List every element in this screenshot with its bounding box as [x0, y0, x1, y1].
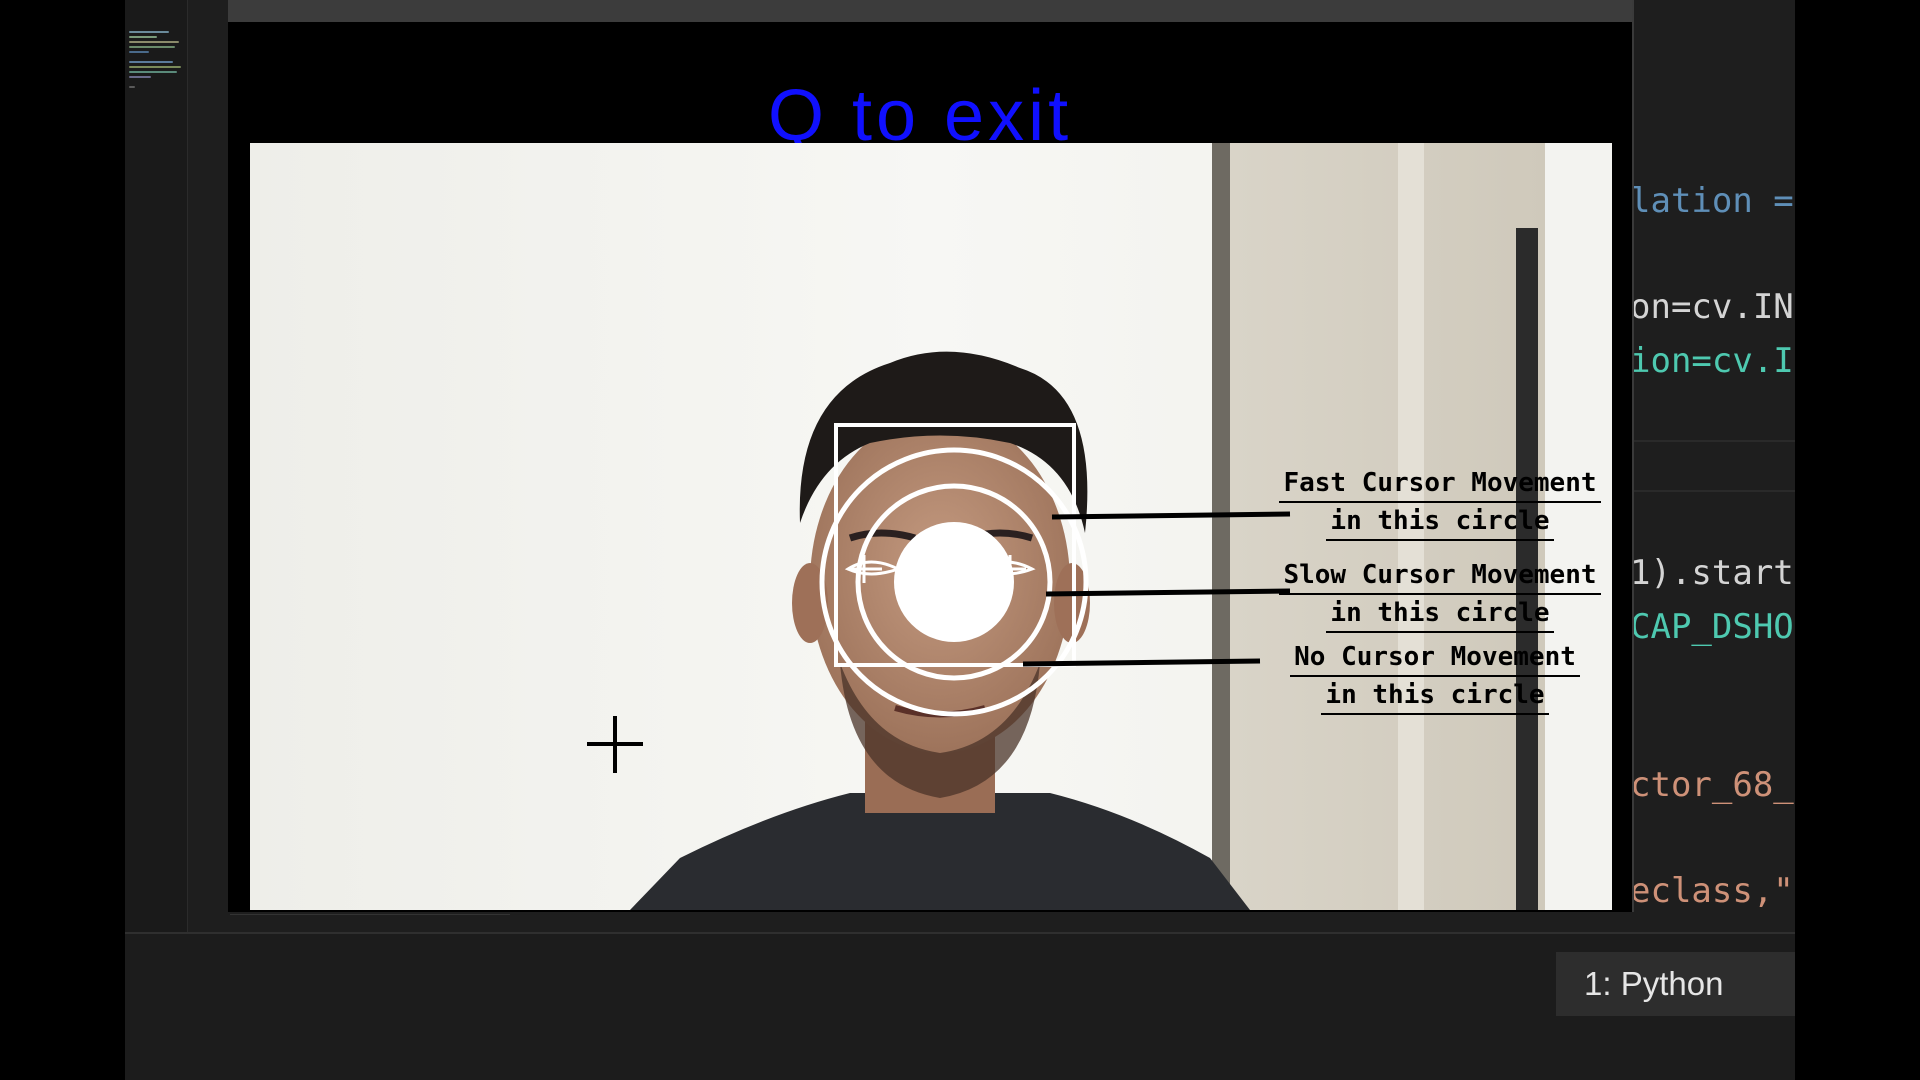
- minimap-line: [129, 31, 169, 33]
- minimap-line: [129, 36, 157, 38]
- door-frame: [1212, 143, 1230, 910]
- minimap-line: [129, 86, 135, 88]
- webcam-frame: Fast Cursor Movement in this circle Slow…: [250, 143, 1612, 910]
- minimap-line: [129, 46, 175, 48]
- divider: [1630, 490, 1795, 492]
- code-text-area[interactable]: lation = on=cv.IN ion=cv.I 1).start CAP_…: [1630, 0, 1795, 932]
- code-line-text: ctor_68_: [1630, 765, 1794, 805]
- annotation-subtitle: in this circle: [1321, 677, 1549, 715]
- editor-gutter: [187, 0, 228, 932]
- minimap[interactable]: [125, 0, 187, 932]
- annotation-pointer: [1051, 511, 1291, 520]
- annotation-subtitle: in this circle: [1326, 595, 1554, 633]
- code-line: on=cv.IN: [1630, 287, 1794, 327]
- minimap-line: [129, 51, 149, 53]
- minimap-line: [129, 76, 151, 78]
- divider: [1630, 440, 1795, 442]
- code-line-text: CAP_DSHO: [1630, 607, 1794, 647]
- annotation-pointer: [1045, 588, 1291, 597]
- editor-footer-fragment: [230, 914, 510, 933]
- annotation-pointer: [1022, 658, 1261, 667]
- code-line-text: 1).start: [1630, 553, 1794, 593]
- no-movement-circle: [894, 522, 1014, 642]
- code-line-text: lation =: [1630, 181, 1794, 221]
- code-line: ion=cv.I: [1630, 341, 1794, 381]
- code-line-text: ion=cv.I: [1630, 341, 1794, 381]
- minimap-line: [129, 41, 179, 43]
- slow-movement-label: Slow Cursor Movement in this circle: [1274, 557, 1606, 633]
- code-line-text: eclass,": [1630, 871, 1794, 911]
- fast-movement-label: Fast Cursor Movement in this circle: [1274, 465, 1606, 541]
- opencv-window[interactable]: Q to exit Fast Cursor Movement in this c…: [228, 0, 1634, 912]
- code-line: 1).start: [1630, 553, 1794, 593]
- desktop-screen: lation = on=cv.IN ion=cv.I 1).start CAP_…: [0, 0, 1920, 1080]
- window-titlebar[interactable]: [228, 0, 1632, 22]
- code-line: eclass,": [1630, 871, 1794, 911]
- code-line: ctor_68_: [1630, 765, 1794, 805]
- code-line: CAP_DSHO: [1630, 607, 1794, 647]
- no-movement-label: No Cursor Movement in this circle: [1274, 639, 1596, 715]
- minimap-line: [129, 71, 177, 73]
- annotation-title: Slow Cursor Movement: [1279, 557, 1601, 595]
- code-line: lation =: [1630, 181, 1794, 221]
- code-line-text: on=cv.IN: [1630, 287, 1794, 327]
- minimap-line: [129, 66, 181, 68]
- minimap-line: [129, 61, 173, 63]
- terminal-tab-python[interactable]: 1: Python: [1556, 952, 1795, 1016]
- terminal-panel[interactable]: [125, 934, 1795, 1080]
- annotation-title: No Cursor Movement: [1290, 639, 1580, 677]
- annotation-subtitle: in this circle: [1326, 503, 1554, 541]
- annotation-title: Fast Cursor Movement: [1279, 465, 1601, 503]
